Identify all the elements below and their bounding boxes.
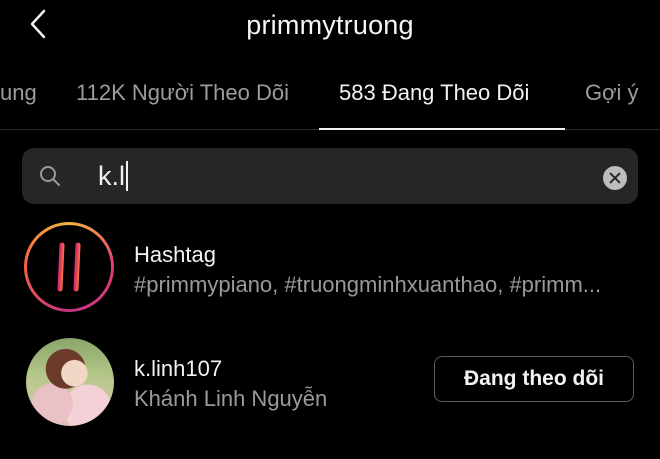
hashtag-list: #primmypiano, #truongminhxuanthao, #prim…: [134, 272, 602, 297]
hashtag-avatar: [24, 222, 114, 312]
full-name: Khánh Linh Nguyễn: [134, 386, 328, 411]
list-item-hashtag[interactable]: Hashtag #primmypiano, #truongminhxuantha…: [0, 216, 660, 316]
page-title: primmytruong: [246, 10, 414, 40]
clear-icon[interactable]: [603, 166, 627, 190]
header: primmytruong: [0, 0, 660, 52]
hashtag-title: Hashtag: [134, 242, 216, 267]
username: k.linh107: [134, 356, 223, 381]
search-icon: [40, 166, 60, 186]
tab-mutual[interactable]: ung: [0, 80, 37, 106]
text-cursor: [126, 161, 128, 191]
avatar: [26, 338, 114, 426]
tab-following[interactable]: 583 Đang Theo Dõi: [339, 80, 529, 106]
tab-suggested[interactable]: Gợi ý: [585, 80, 639, 106]
search-bar[interactable]: [22, 148, 638, 204]
following-button[interactable]: Đang theo dõi: [434, 356, 634, 402]
hashtag-icon: [46, 242, 92, 292]
tab-bar: ung 112K Người Theo Dõi 583 Đang Theo Dõ…: [0, 52, 660, 130]
tab-followers[interactable]: 112K Người Theo Dõi: [76, 80, 289, 106]
search-input[interactable]: [98, 158, 598, 194]
active-tab-indicator: [319, 128, 565, 130]
